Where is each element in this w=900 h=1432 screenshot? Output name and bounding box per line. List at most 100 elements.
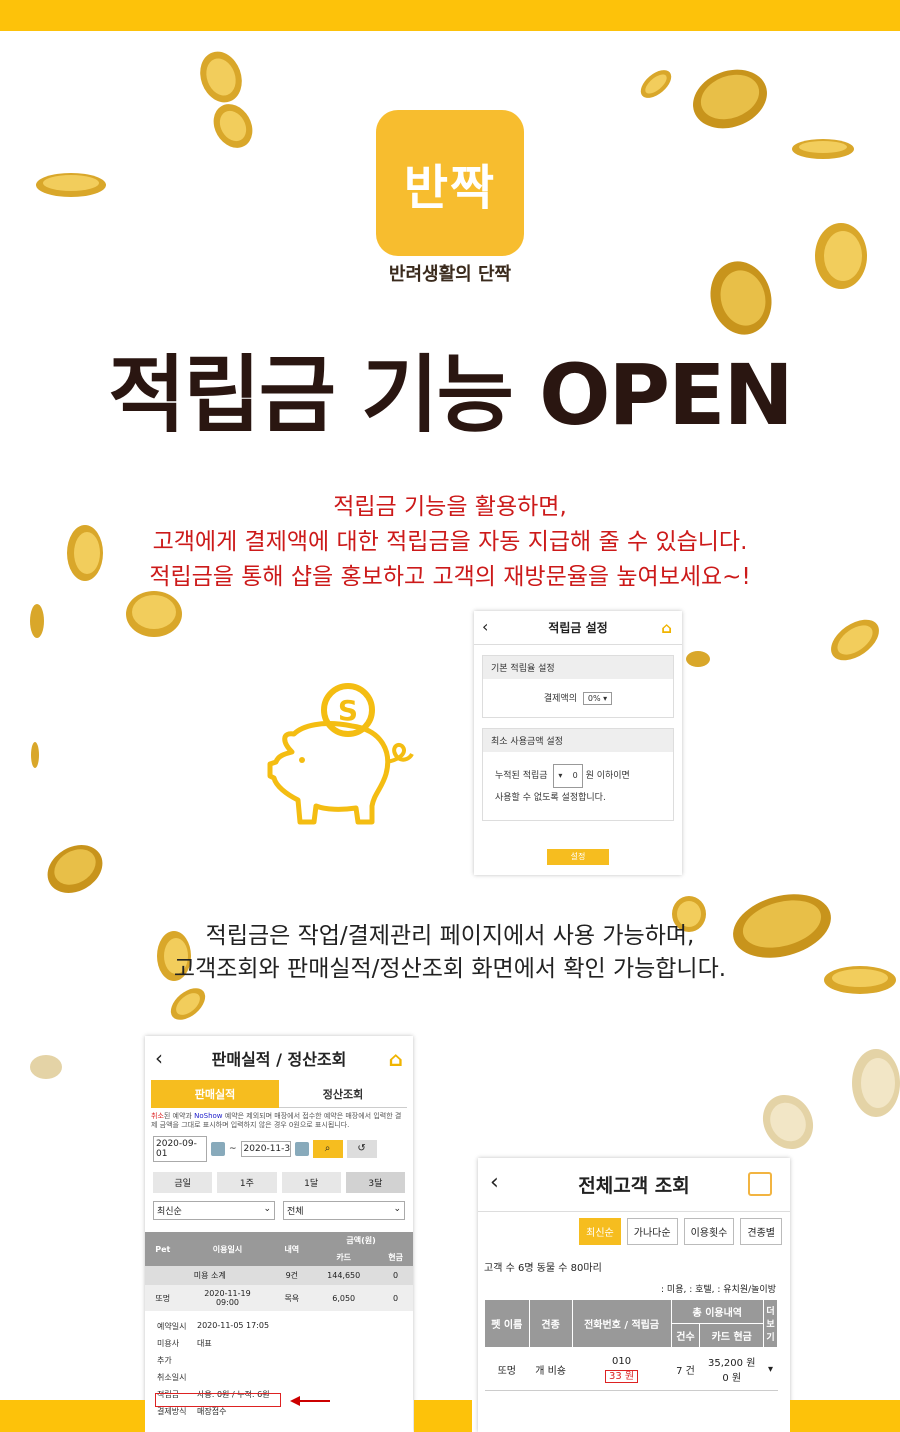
customer-table: 펫 이름 견종 전화번호 / 적립금 총 이용내역 더보기 건수 카드 현금 또…: [484, 1299, 778, 1391]
search-button[interactable]: ⌕: [312, 1140, 343, 1158]
intro-black-line: 적립금은 작업/결제관리 페이지에서 사용 가능하며,: [205, 923, 695, 949]
detail-key: 추가: [157, 1356, 172, 1365]
min-description: 사용할 수 없도록 설정합니다.: [495, 793, 606, 803]
calendar-icon[interactable]: [211, 1142, 225, 1156]
logo-tagline: 반려생활의 단짝: [388, 264, 512, 285]
detail-value: 2020-11-05 17:05: [197, 1321, 270, 1330]
tab-sales[interactable]: 판매실적: [151, 1080, 279, 1108]
sort-select[interactable]: 최신순 ⌄: [153, 1201, 275, 1220]
detail-key: 미용사: [157, 1339, 180, 1348]
range-today-button[interactable]: 금일: [153, 1172, 213, 1193]
sales-tabs: 판매실적 정산조회: [151, 1080, 407, 1108]
coin-icon: [200, 51, 242, 103]
filter-select[interactable]: 전체 ⌄: [283, 1201, 405, 1220]
coin-icon: [36, 173, 106, 197]
range-3month-button[interactable]: 3달: [345, 1172, 405, 1193]
tab-settlement[interactable]: 정산조회: [279, 1080, 407, 1108]
notice-text: 취소된 예약과 NoShow 예약은 제외되며 매장에서 접수한 예약은 매장에…: [151, 1112, 407, 1130]
back-icon[interactable]: ‹: [490, 1170, 499, 1195]
back-icon[interactable]: ‹: [155, 1046, 163, 1070]
store-icon[interactable]: [748, 1172, 772, 1196]
table-row[interactable]: 또멍 2020-11-19 09:00 목욕 6,050 0: [145, 1285, 413, 1311]
back-icon[interactable]: ‹: [482, 617, 488, 636]
intro-black-line: 고객조회와 판매실적/정산조회 화면에서 확인 가능합니다.: [173, 956, 727, 982]
detail-row: 취소일시: [157, 1372, 403, 1383]
coin-icon: [762, 1094, 814, 1150]
coin-icon: [30, 1055, 62, 1079]
calendar-icon[interactable]: [294, 1142, 309, 1156]
save-button[interactable]: 설정: [547, 849, 609, 865]
coin-icon: [640, 70, 672, 98]
sales-header: ‹ 판매실적 / 정산조회 ⌂: [145, 1036, 413, 1080]
points-settings-card: ‹ 적립금 설정 ⌂ 기본 적립율 설정 결제액의 0% ▾ 최소 사용금액 설…: [474, 611, 682, 875]
home-icon[interactable]: ⌂: [661, 619, 672, 637]
col-more: 더보기: [763, 1299, 778, 1348]
notice-part1: 된 예약과: [163, 1112, 195, 1120]
sort-value: 최신순: [157, 1207, 182, 1217]
date-from-input[interactable]: 2020-09-01: [153, 1136, 207, 1162]
coin-icon: [30, 604, 44, 638]
rate-value: 0%: [587, 694, 601, 703]
page-headline: 적립금 기능 OPEN: [108, 346, 794, 444]
refresh-icon: ↺: [357, 1143, 366, 1154]
col-pet: Pet: [145, 1232, 181, 1266]
coin-icon: [47, 845, 103, 893]
coin-icon: [831, 619, 879, 661]
intro-black-text: 적립금은 작업/결제관리 페이지에서 사용 가능하며, 고객조회와 판매실적/정…: [0, 920, 900, 986]
row-pet: 또멍: [484, 1347, 530, 1391]
expand-icon[interactable]: ▾: [763, 1347, 778, 1391]
detail-value: 대표: [197, 1339, 212, 1348]
min-label: 누적된 적립금: [495, 771, 548, 781]
col-detail: 내역: [274, 1232, 310, 1266]
chevron-down-icon: ⌄: [263, 1204, 271, 1214]
rate-select[interactable]: 0% ▾: [582, 692, 613, 705]
coin-icon: [693, 69, 767, 129]
coin-icon: [31, 742, 39, 768]
section-title: 기본 적립율 설정: [483, 656, 673, 679]
detail-key: 취소일시: [157, 1373, 187, 1382]
coin-icon: [213, 104, 253, 148]
intro-red-line: 적립금을 통해 샵을 홍보하고 고객의 재방문율을 높여보세요~!: [149, 564, 751, 590]
date-separator: ~: [229, 1144, 237, 1154]
base-rate-section: 기본 적립율 설정 결제액의 0% ▾: [482, 655, 674, 718]
detail-row: 추가: [157, 1355, 403, 1366]
detail-row: 예약일시 2020-11-05 17:05: [157, 1321, 403, 1332]
min-select[interactable]: ▾ 0: [553, 764, 583, 788]
row-date: 2020-11-19 09:00: [180, 1285, 275, 1311]
sort-latest-button[interactable]: 최신순: [579, 1218, 621, 1245]
col-count: 건수: [670, 1323, 701, 1348]
row-date-value: 2020-11-19: [204, 1289, 251, 1298]
sort-buttons: 최신순 가나다순 이용횟수 견종별: [486, 1218, 782, 1245]
customer-count: 고객 수 6명 동물 수 80마리: [484, 1263, 602, 1274]
piggy-bank-icon: S: [267, 683, 414, 825]
range-week-button[interactable]: 1주: [217, 1172, 277, 1193]
summary-cash: 0: [378, 1266, 413, 1285]
points-highlight-box: [155, 1393, 281, 1407]
coin-icon: [170, 988, 206, 1020]
customer-list-card: ‹ 전체고객 조회 최신순 가나다순 이용횟수 견종별 고객 수 6명 동물 수…: [478, 1158, 790, 1432]
coin-icon: [815, 223, 867, 289]
coin-icon: [792, 139, 854, 159]
sort-breed-button[interactable]: 견종별: [740, 1218, 782, 1245]
col-cash: 현금: [378, 1249, 413, 1266]
search-icon: ⌕: [324, 1143, 331, 1154]
sort-name-button[interactable]: 가나다순: [626, 1218, 678, 1245]
sort-usage-button[interactable]: 이용횟수: [683, 1218, 735, 1245]
date-to-input[interactable]: 2020-11-30: [240, 1141, 291, 1157]
row-pet: 또멍: [145, 1285, 181, 1311]
reset-button[interactable]: ↺: [346, 1140, 377, 1158]
date-range-row: 2020-09-01 ~ 2020-11-30 ⌕ ↺: [153, 1136, 405, 1162]
detail-row: 결제방식 매장접수: [157, 1406, 403, 1417]
notice-cancel: 취소: [151, 1112, 164, 1120]
sales-table: Pet 이용일시 내역 금액(원) 카드 현금 미용 소계 9건 144,650…: [145, 1232, 413, 1311]
settings-title: 적립금 설정: [548, 621, 608, 635]
detail-value: 매장접수: [197, 1407, 227, 1416]
col-amount: 금액(원): [309, 1232, 413, 1249]
table-row[interactable]: 또멍 개 비숑 010 33 원 7 건 35,200 원 0 원 ▾: [484, 1347, 778, 1391]
min-suffix: 원 이하이면: [585, 771, 630, 781]
bottom-accent: [790, 1400, 900, 1432]
range-month-button[interactable]: 1달: [281, 1172, 341, 1193]
summary-count: 9건: [274, 1266, 310, 1285]
detail-row: 미용사 대표: [157, 1338, 403, 1349]
home-icon[interactable]: ⌂: [389, 1047, 403, 1071]
